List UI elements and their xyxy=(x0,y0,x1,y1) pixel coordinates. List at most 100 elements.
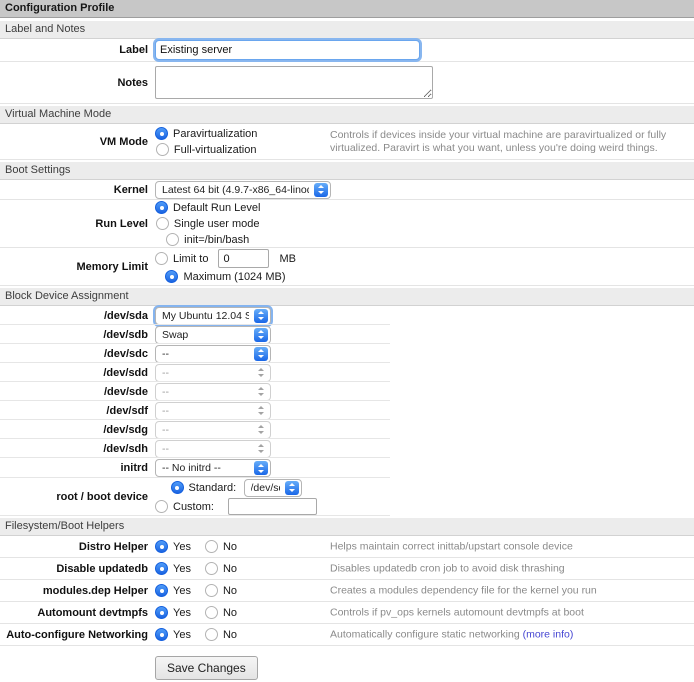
run-level-row: Run Level Default Run Level Single user … xyxy=(0,200,694,248)
select-arrows-icon xyxy=(254,461,268,475)
section-heading-boot-settings: Boot Settings xyxy=(0,162,694,180)
section-heading-helpers: Filesystem/Boot Helpers xyxy=(0,518,694,536)
yes-label: Yes xyxy=(173,629,191,641)
no-label: No xyxy=(223,585,237,597)
memory-maximum-radio[interactable] xyxy=(165,270,178,283)
disable-updatedb-yes-radio[interactable] xyxy=(155,562,168,575)
distro-helper-label: Distro Helper xyxy=(0,541,148,553)
memory-limit-row: Memory Limit Limit to MB Maximum (1024 M… xyxy=(0,248,694,286)
no-label: No xyxy=(223,563,237,575)
root-boot-device-row: root / boot device Standard: /dev/sda Cu… xyxy=(0,478,694,516)
run-level-single-user-label: Single user mode xyxy=(174,218,260,230)
run-level-single-user-radio[interactable] xyxy=(156,217,169,230)
distro-helper-no-radio[interactable] xyxy=(205,540,218,553)
yes-label: Yes xyxy=(173,607,191,619)
select-arrows-icon xyxy=(254,309,268,323)
disable-updatedb-help-text: Disables updatedb cron job to avoid disk… xyxy=(330,562,565,575)
yes-label: Yes xyxy=(173,563,191,575)
run-level-default-radio[interactable] xyxy=(155,201,168,214)
kernel-select[interactable]: Latest 64 bit (4.9.7-x86_64-linode80) xyxy=(155,181,331,199)
notes-textarea[interactable] xyxy=(155,66,433,99)
disable-updatedb-row: Disable updatedb Yes No Disables updated… xyxy=(0,558,694,580)
auto-configure-networking-label: Auto-configure Networking xyxy=(0,629,148,641)
kernel-selected-value: Latest 64 bit (4.9.7-x86_64-linode80) xyxy=(162,184,309,196)
modules-dep-help-text: Creates a modules dependency file for th… xyxy=(330,584,597,597)
label-field-label: Label xyxy=(0,44,148,56)
vm-mode-paravirtualization-label: Paravirtualization xyxy=(173,128,257,140)
kernel-row: Kernel Latest 64 bit (4.9.7-x86_64-linod… xyxy=(0,180,694,200)
dev-sdc-label: /dev/sdc xyxy=(0,348,148,360)
memory-maximum-label: Maximum (1024 MB) xyxy=(183,271,285,283)
vm-mode-full-virtualization-radio[interactable] xyxy=(156,143,169,156)
dev-sde-select: -- xyxy=(155,383,271,401)
no-label: No xyxy=(223,541,237,553)
distro-helper-yes-radio[interactable] xyxy=(155,540,168,553)
memory-limit-input[interactable] xyxy=(218,249,269,268)
dev-sdg-row: /dev/sdg -- xyxy=(0,420,694,439)
root-custom-label: Custom: xyxy=(173,501,223,513)
memory-limit-to-radio[interactable] xyxy=(155,252,168,265)
automount-devtmpfs-no-radio[interactable] xyxy=(205,606,218,619)
no-label: No xyxy=(223,607,237,619)
select-arrows-icon xyxy=(254,328,268,342)
save-changes-button[interactable]: Save Changes xyxy=(155,656,258,680)
vm-mode-label: VM Mode xyxy=(0,136,148,148)
run-level-init-bash-radio[interactable] xyxy=(166,233,179,246)
modules-dep-label: modules.dep Helper xyxy=(0,585,148,597)
select-arrows-icon xyxy=(254,404,268,418)
vm-mode-paravirtualization-radio[interactable] xyxy=(155,127,168,140)
dev-sdh-row: /dev/sdh -- xyxy=(0,439,694,458)
dev-sda-row: /dev/sda My Ubuntu 12.04 Server xyxy=(0,306,694,325)
dev-sdg-select: -- xyxy=(155,421,271,439)
dev-sdc-select[interactable]: -- xyxy=(155,345,271,363)
modules-dep-row: modules.dep Helper Yes No Creates a modu… xyxy=(0,580,694,602)
no-label: No xyxy=(223,629,237,641)
memory-limit-to-label: Limit to xyxy=(173,253,208,265)
disable-updatedb-no-radio[interactable] xyxy=(205,562,218,575)
select-arrows-icon xyxy=(254,442,268,456)
auto-configure-networking-no-radio[interactable] xyxy=(205,628,218,641)
root-standard-radio[interactable] xyxy=(171,481,184,494)
auto-configure-networking-row: Auto-configure Networking Yes No Automat… xyxy=(0,624,694,646)
auto-configure-networking-yes-radio[interactable] xyxy=(155,628,168,641)
vm-mode-row: VM Mode Paravirtualization Full-virtuali… xyxy=(0,124,694,160)
dev-sdb-select[interactable]: Swap xyxy=(155,326,271,344)
page-title: Configuration Profile xyxy=(0,0,694,18)
select-arrows-icon xyxy=(254,347,268,361)
yes-label: Yes xyxy=(173,541,191,553)
yes-label: Yes xyxy=(173,585,191,597)
section-heading-vm-mode: Virtual Machine Mode xyxy=(0,106,694,124)
dev-sdf-row: /dev/sdf -- xyxy=(0,401,694,420)
label-input[interactable] xyxy=(155,40,420,60)
initrd-select[interactable]: -- No initrd -- xyxy=(155,459,271,477)
automount-devtmpfs-yes-radio[interactable] xyxy=(155,606,168,619)
dev-sdb-label: /dev/sdb xyxy=(0,329,148,341)
label-row: Label xyxy=(0,39,694,62)
dev-sdd-select: -- xyxy=(155,364,271,382)
dev-sde-label: /dev/sde xyxy=(0,386,148,398)
disable-updatedb-label: Disable updatedb xyxy=(0,563,148,575)
dev-sdd-label: /dev/sdd xyxy=(0,367,148,379)
automount-devtmpfs-label: Automount devtmpfs xyxy=(0,607,148,619)
automount-devtmpfs-row: Automount devtmpfs Yes No Controls if pv… xyxy=(0,602,694,624)
modules-dep-no-radio[interactable] xyxy=(205,584,218,597)
section-heading-block-devices: Block Device Assignment xyxy=(0,288,694,306)
dev-sdb-row: /dev/sdb Swap xyxy=(0,325,694,344)
dev-sdf-select: -- xyxy=(155,402,271,420)
root-custom-input[interactable] xyxy=(228,498,317,515)
dev-sdd-row: /dev/sdd -- xyxy=(0,363,694,382)
select-arrows-icon xyxy=(285,481,299,495)
memory-limit-label: Memory Limit xyxy=(0,261,148,273)
root-custom-radio[interactable] xyxy=(155,500,168,513)
automount-devtmpfs-help-text: Controls if pv_ops kernels automount dev… xyxy=(330,606,584,619)
dev-sda-select[interactable]: My Ubuntu 12.04 Server xyxy=(155,307,271,325)
kernel-label: Kernel xyxy=(0,184,148,196)
memory-limit-unit: MB xyxy=(279,253,296,265)
root-standard-select[interactable]: /dev/sda xyxy=(244,479,302,497)
modules-dep-yes-radio[interactable] xyxy=(155,584,168,597)
vm-mode-full-virtualization-label: Full-virtualization xyxy=(174,144,257,156)
root-standard-label: Standard: xyxy=(189,482,239,494)
more-info-link[interactable]: (more info) xyxy=(523,628,574,640)
auto-configure-networking-help-text: Automatically configure static networkin… xyxy=(330,628,573,641)
dev-sdc-row: /dev/sdc -- xyxy=(0,344,694,363)
